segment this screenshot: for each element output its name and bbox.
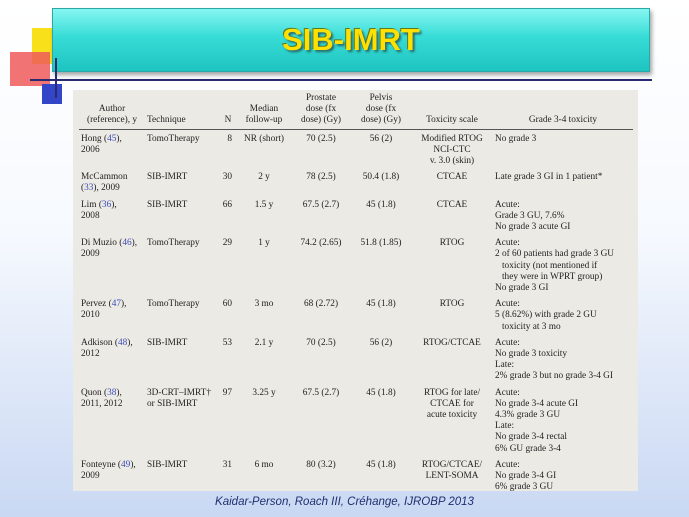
- cell-author: Fonteyne (49), 2009: [81, 459, 136, 482]
- cell-toxicity-scale: Modified RTOG NCI-CTC v. 3.0 (skin): [421, 133, 483, 167]
- cell-pelvis-dose: 45 (1.8): [366, 459, 396, 470]
- cell-toxicity-scale: RTOG for late/CTCAE for acute toxicity: [423, 387, 481, 421]
- header-followup: Median follow-up: [237, 92, 291, 130]
- cell-grade-toxicity: No grade 3: [495, 133, 537, 144]
- cell-toxicity-scale: RTOG/CTCAE/LENT-SOMA: [421, 459, 483, 482]
- table-row: Di Muzio (46), 2009 TomoTherapy 29 1 y 74.2 (…: [79, 234, 633, 295]
- table-row: Adkison (48), 2012 SIB-IMRT 53 2.1 y 70 (2.5)…: [79, 334, 633, 384]
- cell-technique: SIB-IMRT: [147, 172, 188, 183]
- header-n: N: [219, 92, 237, 130]
- toxicity-table: Author (reference), y Technique N Median f…: [79, 92, 633, 495]
- cell-author: Pervez (47), 2010: [81, 299, 127, 321]
- cell-prostate-dose: 70 (2.5): [306, 337, 336, 348]
- cell-grade-toxicity: Acute: No grade 3 toxicity Late: 2% grade 3…: [495, 337, 613, 382]
- table-row: Hong (45), 2006 TomoTherapy 8 NR (short) 70 (…: [79, 129, 633, 168]
- slide-title: SIB-IMRT: [282, 22, 420, 57]
- cell-followup: 2 y: [258, 172, 270, 183]
- cell-toxicity-scale: CTCAE: [436, 172, 468, 183]
- table-row: Lim (36), 2008 SIB-IMRT 66 1.5 y 67.5 (2.7) 45…: [79, 196, 633, 235]
- cell-grade-toxicity: Acute: Grade 3 GU, 7.6% No grade 3 acute G…: [495, 199, 571, 233]
- cell-author: Di Muzio (46), 2009: [81, 238, 138, 260]
- table-body: Hong (45), 2006 TomoTherapy 8 NR (short) 70 (…: [79, 129, 633, 494]
- reference-link[interactable]: 49: [121, 460, 130, 470]
- cell-pelvis-dose: 45 (1.8): [366, 387, 396, 398]
- reference-link[interactable]: 38: [107, 388, 116, 398]
- cell-toxicity-scale: RTOG: [439, 299, 465, 310]
- decor-blue-square: [42, 84, 62, 104]
- cell-technique: TomoTherapy: [147, 238, 200, 249]
- header-grade-toxicity: Grade 3-4 toxicity: [493, 92, 633, 130]
- cell-followup: 1 y: [258, 238, 270, 249]
- reference-link[interactable]: 46: [122, 238, 131, 248]
- header-prostate-dose: Prostate dose (fx dose) (Gy): [291, 92, 351, 130]
- table-row: Pervez (47), 2010 TomoTherapy 60 3 mo 68 (2.7…: [79, 295, 633, 334]
- cell-technique: SIB-IMRT: [147, 459, 188, 470]
- cell-pelvis-dose: 50.4 (1.8): [362, 172, 400, 183]
- cell-n: 29: [222, 238, 232, 249]
- cell-author: Adkison (48), 2012: [81, 337, 133, 360]
- cell-author: McCammon (33), 2009: [81, 172, 128, 194]
- cell-pelvis-dose: 56 (2): [369, 337, 393, 348]
- table-header-row: Author (reference), y Technique N Median f…: [79, 92, 633, 130]
- cell-prostate-dose: 74.2 (2.65): [300, 238, 342, 249]
- reference-link[interactable]: 33: [84, 183, 93, 193]
- cell-toxicity-scale: RTOG: [439, 238, 465, 249]
- cell-author: Hong (45), 2006: [81, 133, 122, 155]
- reference-link[interactable]: 47: [112, 299, 121, 309]
- cell-followup: 6 mo: [254, 459, 274, 470]
- reference-link[interactable]: 48: [118, 338, 127, 348]
- cell-prostate-dose: 67.5 (2.7): [302, 199, 340, 210]
- cell-followup: 2.1 y: [254, 337, 274, 348]
- cell-prostate-dose: 67.5 (2.7): [302, 387, 340, 398]
- cell-n: 97: [222, 387, 232, 398]
- cell-grade-toxicity: Acute: No grade 3-4 GI 6% grade 3 GU: [495, 459, 557, 493]
- cell-n: 30: [222, 172, 232, 183]
- cell-author: Lim (36), 2008: [81, 199, 117, 221]
- cell-pelvis-dose: 45 (1.8): [366, 299, 396, 310]
- cell-pelvis-dose: 56 (2): [369, 133, 393, 144]
- cell-toxicity-scale: RTOG/CTCAE: [423, 337, 481, 348]
- table-row: Fonteyne (49), 2009 SIB-IMRT 31 6 mo 80 (3.2)…: [79, 456, 633, 495]
- cell-grade-toxicity: Late grade 3 GI in 1 patient*: [495, 172, 603, 183]
- decor-horizontal-rule: [30, 79, 652, 81]
- cell-pelvis-dose: 51.8 (1.85): [360, 238, 402, 249]
- cell-prostate-dose: 68 (2.72): [303, 299, 339, 310]
- cell-technique: TomoTherapy: [147, 299, 200, 310]
- reference-link[interactable]: 45: [107, 134, 116, 144]
- header-pelvis-dose: Pelvis dose (fx dose) (Gy): [351, 92, 411, 130]
- cell-technique: SIB-IMRT: [147, 337, 188, 348]
- cell-prostate-dose: 80 (3.2): [306, 459, 336, 470]
- cell-technique: 3D-CRT–IMRT† or SIB-IMRT: [147, 387, 211, 409]
- table-panel: Author (reference), y Technique N Median f…: [73, 90, 638, 492]
- cell-pelvis-dose: 45 (1.8): [366, 199, 396, 210]
- cell-followup: NR (short): [243, 133, 285, 144]
- cell-toxicity-scale: CTCAE: [436, 199, 468, 210]
- header-toxicity-scale: Toxicity scale: [411, 92, 493, 130]
- cell-technique: SIB-IMRT: [147, 199, 188, 210]
- cell-followup: 3 mo: [254, 299, 274, 310]
- table-row: Quon (38), 2011, 2012 3D-CRT–IMRT† or SIB-I…: [79, 384, 633, 456]
- cell-n: 60: [222, 299, 232, 310]
- header-technique: Technique: [145, 92, 219, 130]
- cell-prostate-dose: 78 (2.5): [306, 172, 336, 183]
- cell-author: Quon (38), 2011, 2012: [81, 387, 123, 409]
- cell-n: 66: [222, 199, 232, 210]
- cell-followup: 3.25 y: [252, 387, 276, 398]
- reference-link[interactable]: 36: [102, 200, 111, 210]
- cell-prostate-dose: 70 (2.5): [306, 133, 336, 144]
- cell-grade-toxicity: Acute: 5 (8.62%) with grade 2 GU toxicity…: [495, 299, 597, 332]
- cell-n: 8: [227, 133, 232, 144]
- cell-grade-toxicity: Acute: No grade 3-4 acute GI 4.3% grade 3 …: [495, 387, 579, 454]
- citation-footer: Kaidar-Person, Roach III, Créhange, IJRO…: [215, 496, 474, 508]
- table-row: McCammon (33), 2009 SIB-IMRT 30 2 y 78 (2.5) 5…: [79, 168, 633, 195]
- cell-technique: TomoTherapy: [147, 133, 200, 144]
- cell-n: 53: [222, 337, 232, 348]
- cell-n: 31: [222, 459, 232, 470]
- title-banner: SIB-IMRT: [52, 8, 650, 72]
- header-author: Author (reference), y: [79, 92, 145, 130]
- cell-followup: 1.5 y: [254, 199, 274, 210]
- cell-grade-toxicity: Acute: 2 of 60 patients had grade 3 GU to…: [495, 238, 615, 294]
- decor-vertical-rule: [55, 58, 57, 98]
